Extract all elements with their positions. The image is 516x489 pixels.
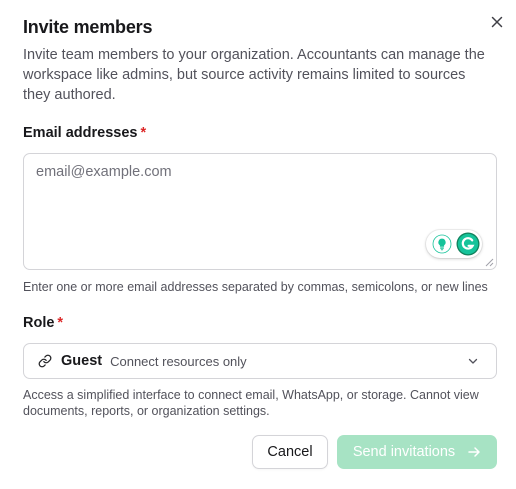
email-placeholder: email@example.com [36,164,172,180]
cancel-button[interactable]: Cancel [252,435,328,469]
required-marker: * [140,125,147,141]
dialog-title: Invite members [23,17,153,37]
role-select[interactable]: Guest Connect resources only [23,343,497,379]
close-button[interactable] [488,13,506,31]
email-label-text: Email addresses [23,125,138,141]
cancel-label: Cancel [267,444,313,460]
email-label: Email addresses * [23,125,146,141]
send-label: Send invitations [352,444,456,460]
role-label: Role * [23,315,63,331]
dialog-description: Invite team members to your organization… [23,47,485,103]
grammarly-widget[interactable] [426,230,482,258]
selected-role: Guest [61,353,103,369]
resize-handle-icon[interactable] [485,258,494,267]
close-icon [491,16,503,28]
invite-members-dialog: Invite members Invite team members to yo… [0,0,516,489]
email-addresses-field[interactable]: email@example.com [23,153,497,270]
chevron-down-icon [468,358,478,364]
email-hint: Enter one or more email addresses separa… [23,280,488,294]
arrow-right-icon [468,447,480,457]
required-marker: * [57,315,64,331]
role-label-text: Role [23,315,55,331]
send-invitations-button[interactable]: Send invitations [337,435,497,469]
role-hint: Access a simplified interface to connect… [23,388,479,418]
selected-role-description: Connect resources only [110,353,247,369]
link-icon [38,354,52,368]
grammarly-icon [456,232,480,256]
lightbulb-icon [432,234,452,254]
